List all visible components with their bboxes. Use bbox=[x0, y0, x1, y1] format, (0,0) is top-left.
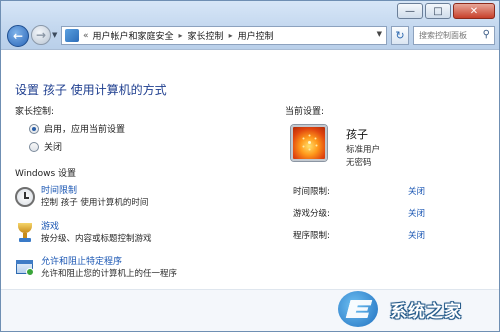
program-limits-status-value[interactable]: 关闭 bbox=[408, 229, 425, 241]
user-password-status: 无密码 bbox=[346, 158, 372, 168]
breadcrumb-item-user-accounts[interactable]: 用户帐户和家庭安全 bbox=[93, 29, 174, 42]
maximize-button[interactable]: □ bbox=[425, 3, 451, 19]
radio-button-on[interactable] bbox=[29, 123, 39, 134]
parental-control-label: 家长控制: bbox=[15, 107, 55, 117]
watermark: 系统之家 bbox=[334, 287, 498, 331]
time-limits-status-value[interactable]: 关闭 bbox=[408, 185, 425, 197]
watermark-logo-icon bbox=[338, 291, 378, 327]
user-account-type: 标准用户 bbox=[346, 145, 381, 155]
allow-programs-icon bbox=[15, 258, 35, 278]
setting-games: 游戏 按分级、内容或标题控制游戏 bbox=[15, 221, 152, 245]
page-title: 设置 孩子 使用计算机的方式 bbox=[15, 83, 167, 97]
clock-icon bbox=[15, 187, 35, 207]
windows-settings-label: Windows 设置 bbox=[15, 169, 77, 179]
control-panel-window: — □ ✕ ← → ▼ « 用户帐户和家庭安全 ▸ 家长控制 ▸ 用户控制 ▼ … bbox=[0, 0, 500, 332]
setting-allow-programs: 允许和阻止特定程序 允许和阻止您的计算机上的任一程序 bbox=[15, 256, 177, 280]
game-ratings-status-label: 游戏分级: bbox=[293, 209, 330, 219]
close-button[interactable]: ✕ bbox=[453, 3, 495, 19]
radio-option-off[interactable]: 关闭 bbox=[29, 140, 62, 153]
games-link[interactable]: 游戏 bbox=[41, 221, 152, 233]
games-description: 按分级、内容或标题控制游戏 bbox=[41, 234, 152, 244]
time-limits-link[interactable]: 时间限制 bbox=[41, 185, 148, 197]
address-bar[interactable]: « 用户帐户和家庭安全 ▸ 家长控制 ▸ 用户控制 ▼ bbox=[61, 26, 387, 45]
user-name: 孩子 bbox=[346, 128, 368, 141]
radio-button-off[interactable] bbox=[29, 141, 39, 152]
time-limits-status-label: 时间限制: bbox=[293, 187, 330, 197]
breadcrumb-separator-icon[interactable]: ▸ bbox=[229, 31, 233, 40]
breadcrumb: 用户帐户和家庭安全 ▸ 家长控制 ▸ 用户控制 bbox=[93, 29, 274, 42]
minimize-button[interactable]: — bbox=[397, 3, 423, 19]
setting-time-limits: 时间限制 控制 孩子 使用计算机的时间 bbox=[15, 185, 148, 209]
maximize-icon: □ bbox=[433, 6, 443, 17]
game-ratings-status-value[interactable]: 关闭 bbox=[408, 207, 425, 219]
search-input[interactable] bbox=[414, 27, 476, 44]
program-limits-status-label: 程序限制: bbox=[293, 231, 330, 241]
back-arrow-icon: ← bbox=[12, 29, 24, 43]
breadcrumb-item-user-controls[interactable]: 用户控制 bbox=[238, 29, 274, 42]
allow-programs-link[interactable]: 允许和阻止特定程序 bbox=[41, 256, 177, 268]
control-panel-icon bbox=[65, 29, 79, 42]
title-and-address-bar: — □ ✕ ← → ▼ « 用户帐户和家庭安全 ▸ 家长控制 ▸ 用户控制 ▼ … bbox=[1, 1, 499, 49]
refresh-button[interactable]: ↻ bbox=[391, 26, 409, 45]
recent-pages-dropdown[interactable]: ▼ bbox=[52, 31, 57, 39]
window-controls: — □ ✕ bbox=[397, 3, 495, 19]
address-dropdown-icon[interactable]: ▼ bbox=[377, 30, 382, 38]
back-button[interactable]: ← bbox=[7, 25, 29, 47]
radio-label-off: 关闭 bbox=[44, 143, 63, 153]
forward-arrow-icon: → bbox=[35, 28, 47, 42]
minimize-icon: — bbox=[405, 6, 415, 17]
breadcrumb-overflow-icon[interactable]: « bbox=[83, 31, 89, 41]
allow-programs-description: 允许和阻止您的计算机上的任一程序 bbox=[41, 269, 178, 279]
user-avatar bbox=[291, 125, 327, 161]
search-icon[interactable]: ⚲ bbox=[483, 29, 490, 40]
watermark-text: 系统之家 bbox=[390, 302, 462, 322]
forward-button[interactable]: → bbox=[31, 25, 51, 45]
breadcrumb-separator-icon[interactable]: ▸ bbox=[179, 31, 183, 40]
radio-label-on: 启用，应用当前设置 bbox=[44, 125, 126, 135]
radio-option-on[interactable]: 启用，应用当前设置 bbox=[29, 122, 125, 135]
close-icon: ✕ bbox=[469, 6, 479, 17]
search-box[interactable]: ⚲ bbox=[413, 26, 495, 45]
time-limits-description: 控制 孩子 使用计算机的时间 bbox=[41, 198, 149, 208]
current-settings-label: 当前设置: bbox=[285, 107, 325, 117]
breadcrumb-item-parental-controls[interactable]: 家长控制 bbox=[188, 29, 224, 42]
trophy-icon bbox=[15, 223, 35, 243]
